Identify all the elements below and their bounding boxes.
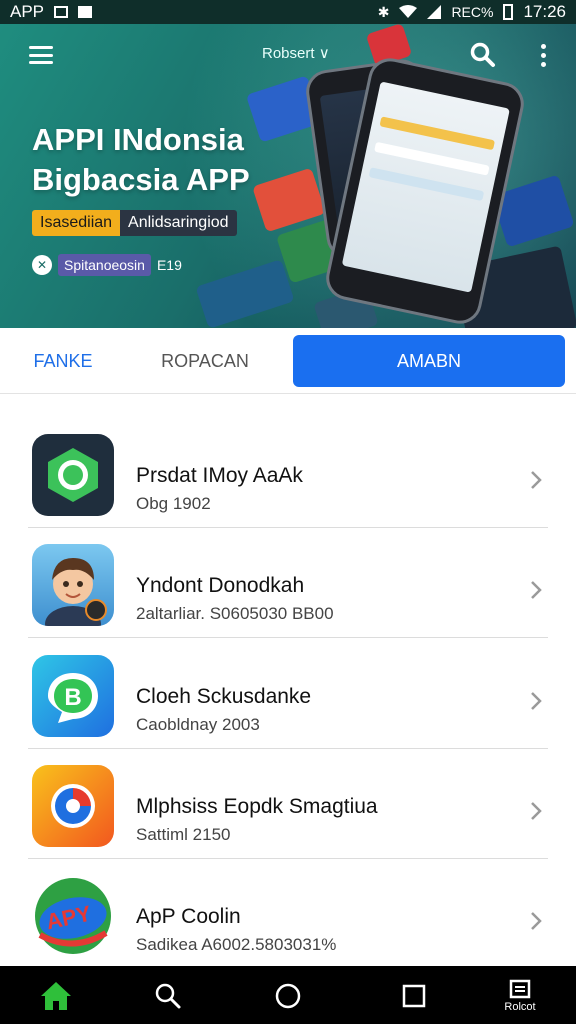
svg-text:B: B [64,684,81,711]
chevron-right-icon [526,909,546,933]
hero-top-label[interactable]: Robsert ∨ [262,44,330,62]
battery-icon [503,4,514,20]
hero-tag-dark[interactable]: Anlidsaringiod [120,210,237,236]
phone-screen-bar [368,167,485,202]
bluetooth-icon: ✱ [377,3,390,20]
nav-home-button[interactable] [34,974,78,1018]
app-name: ApP Coolin [136,905,241,928]
chevron-right-icon [526,468,546,492]
app-icon-chat-bubble: B [32,655,114,737]
app-icon-swirl [32,765,114,847]
hero-sub-number: E19 [156,257,182,273]
more-icon [540,43,546,67]
chevron-right-icon [526,799,546,823]
signal-icon [427,5,442,19]
app-icon-green-shield [32,434,114,516]
list-item[interactable]: Yndont Donodkah 2altarliar. S0605030 BB0… [28,528,548,638]
status-app-text: APP [10,2,45,21]
hero-sub-chip: Spitanoeosin [58,254,151,276]
app-icon-apy-badge: APY [32,875,114,957]
tab-ropacan[interactable]: ROPACAN [140,335,270,387]
tab-bar: FANKE ROPACAN AMABN [0,328,576,394]
menu-icon [29,46,53,64]
home-icon [41,982,71,1010]
hero-subtitle: ✕ Spitanoeosin E19 [32,254,182,276]
phone-screen-bar [374,141,490,176]
hero-title-line: Bigbacsia APP [32,162,250,197]
app-name: Prsdat IMoy AaAk [136,464,303,487]
recent-icon [509,979,531,999]
square-icon [402,984,426,1008]
status-bar: APP ✱ REC% 17:26 [0,0,576,24]
nav-circle-button[interactable] [266,974,310,1018]
app-name: Cloeh Sckusdanke [136,685,312,708]
recent-label: Rolcot [504,1001,536,1013]
tab-amabn[interactable]: AMABN [293,335,565,387]
status-time: 17:26 [523,2,566,21]
list-item[interactable]: APY ApP Coolin Sadikea A6002.5803031% [28,859,548,969]
chevron-right-icon [526,578,546,602]
list-item[interactable]: Prsdat IMoy AaAk Obg 1902 [28,418,548,528]
notification-icon [78,6,93,18]
chevron-right-icon [526,689,546,713]
hero-title: APPI INdonsia Bigbacsia APP [32,120,332,200]
nav-square-button[interactable] [392,974,436,1018]
hero-tag-yellow[interactable]: Isasediian [32,210,121,236]
menu-button[interactable] [24,40,58,70]
nav-recent-button[interactable]: Rolcot [498,974,542,1018]
hero-title-line: APPI INdonsia [32,122,244,157]
app-meta: Sattiml 2150 [136,825,231,844]
tab-fanke[interactable]: FANKE [8,335,118,387]
wifi-icon [399,5,418,18]
hero-banner[interactable]: Robsert ∨ APPI INdonsia Bigbacsia APP Is… [0,24,576,328]
app-meta: Sadikea A6002.5803031% [136,935,337,954]
search-icon [155,983,181,1009]
nav-search-button[interactable] [146,974,190,1018]
search-icon [470,42,495,67]
x-badge-icon: ✕ [32,255,52,275]
circle-icon [275,983,301,1009]
gallery-notification-icon [54,6,69,18]
more-button[interactable] [530,38,556,72]
search-button[interactable] [466,38,500,72]
list-item[interactable]: B Cloeh Sckusdanke Caobldnay 2003 [28,639,548,749]
status-rec-text: REC% [451,4,494,20]
list-item[interactable]: Mlphsiss Eopdk Smagtiua Sattiml 2150 [28,749,548,859]
app-meta: Obg 1902 [136,494,211,513]
phone-screen-bar [379,116,496,151]
hero-tags: Isasediian Anlidsaringiod [32,210,237,236]
app-name: Mlphsiss Eopdk Smagtiua [136,795,378,818]
app-meta: Caobldnay 2003 [136,715,260,734]
app-icon-cartoon-boy [32,544,114,626]
app-meta: 2altarliar. S0605030 BB00 [136,604,334,623]
phone-screen [341,81,510,293]
bottom-nav-bar: Rolcot [0,966,576,1024]
app-name: Yndont Donodkah [136,574,305,597]
